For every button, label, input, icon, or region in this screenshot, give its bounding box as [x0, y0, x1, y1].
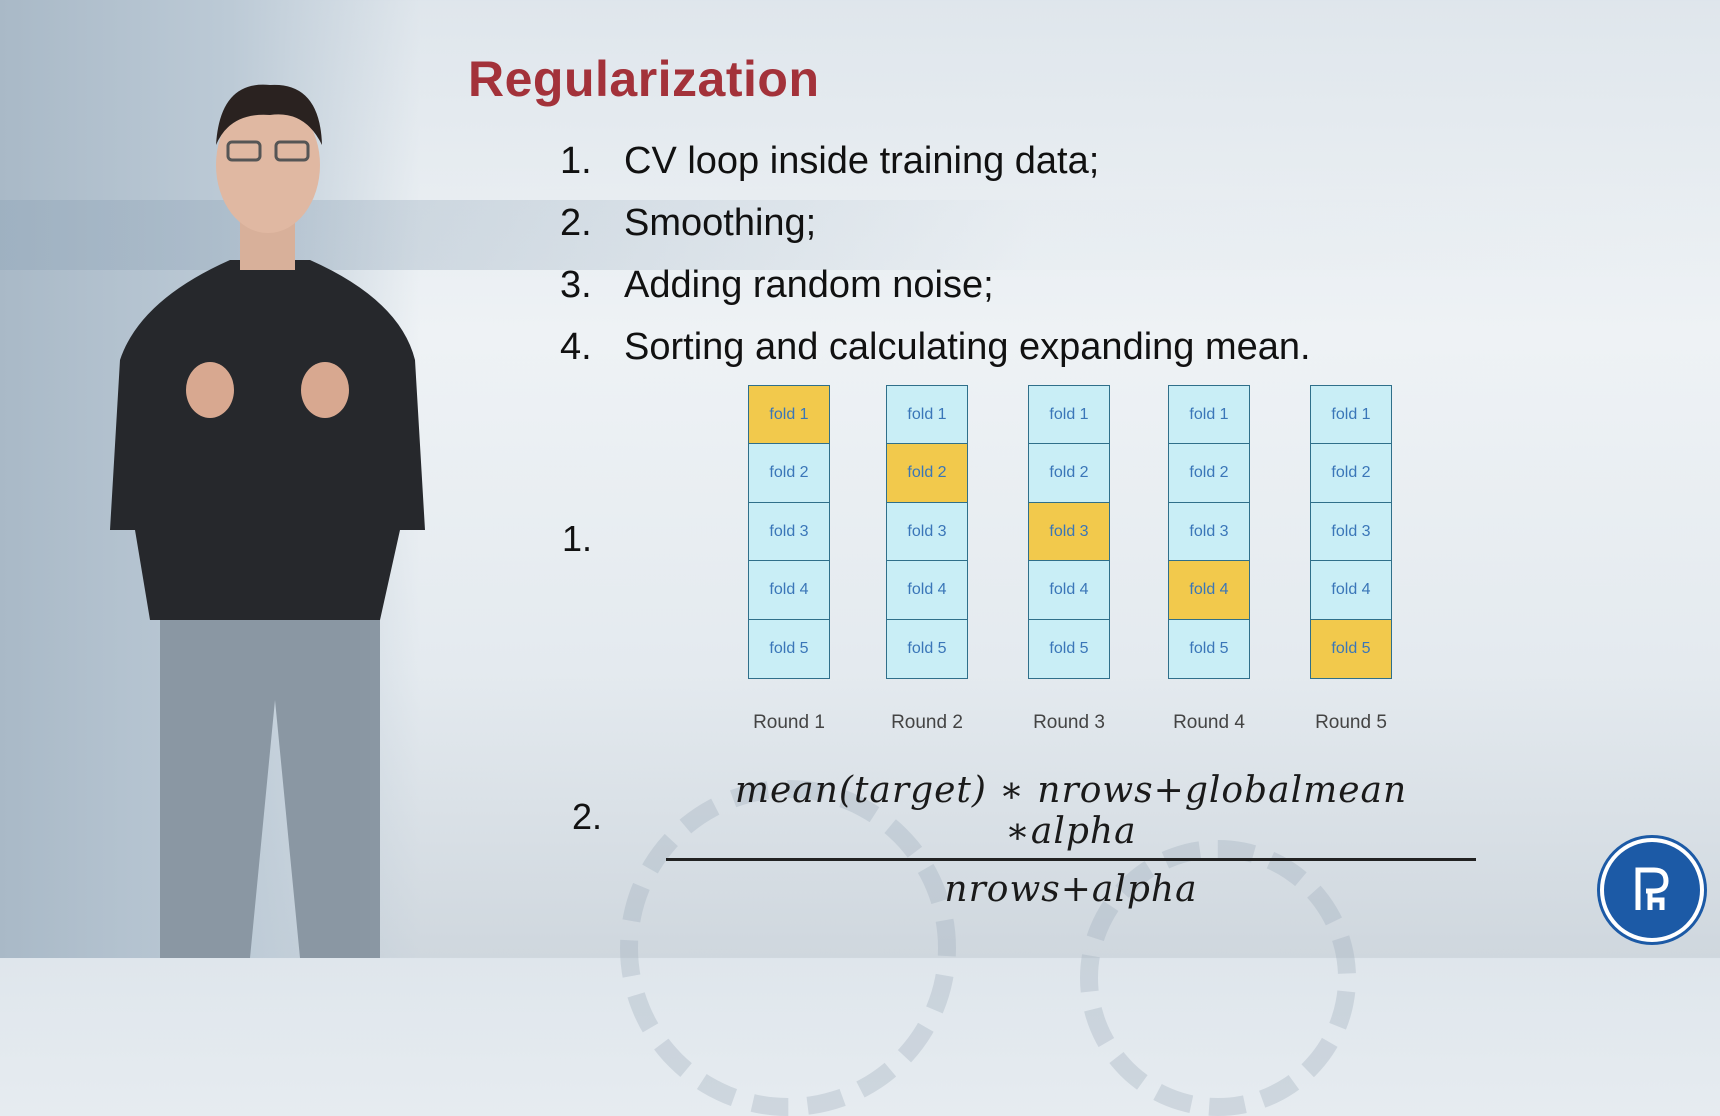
list-text: CV loop inside training data; [624, 139, 1100, 182]
fold-column-round-1: fold 1 fold 2 fold 3 fold 4 fold 5 [748, 384, 830, 679]
fold-cell-holdout: fold 5 [1310, 618, 1392, 679]
round-label: Round 1 [753, 712, 825, 733]
list-text: Sorting and calculating expanding mean. [624, 325, 1311, 368]
fold-cell: fold 2 [1310, 443, 1392, 503]
fold-column-round-3: fold 1 fold 2 fold 3 fold 4 fold 5 [1028, 384, 1110, 679]
fold-cell: fold 1 [1168, 384, 1250, 445]
list-text: Smoothing; [624, 201, 817, 244]
fraction-bar [666, 858, 1476, 861]
fold-cell-holdout: fold 2 [886, 443, 968, 503]
fold-cell: fold 5 [1168, 618, 1250, 679]
fold-column-round-5: fold 1 fold 2 fold 3 fold 4 fold 5 [1310, 384, 1392, 679]
fold-cell: fold 5 [886, 618, 968, 679]
fold-cell: fold 5 [748, 618, 830, 679]
fold-cell: fold 1 [886, 384, 968, 445]
fold-cell: fold 1 [1310, 384, 1392, 445]
fold-cell: fold 5 [1028, 618, 1110, 679]
fold-column-round-2: fold 1 fold 2 fold 3 fold 4 fold 5 [886, 384, 968, 679]
fold-cell: fold 2 [1168, 443, 1250, 503]
logo-glyph [1635, 867, 1669, 910]
cv-folds-diagram: fold 1 fold 2 fold 3 fold 4 fold 5 Round 1 fol… [748, 384, 1408, 746]
section-2-label: 2. [572, 796, 603, 837]
round-label: Round 2 [891, 712, 963, 733]
fold-cell: fold 1 [1028, 384, 1110, 445]
smoothing-formula: mean(target) ∗ nrows+globalmean ∗alpha n… [666, 770, 1476, 910]
slide-title: Regularization [468, 51, 820, 107]
round-label: Round 4 [1173, 712, 1245, 733]
formula-numerator: mean(target) ∗ nrows+globalmean ∗alpha [734, 770, 1408, 852]
fold-cell: fold 4 [1028, 560, 1110, 620]
fold-cell: fold 4 [748, 560, 830, 620]
fold-cell: fold 3 [748, 501, 830, 562]
regularization-list: 1. CV loop inside training data; 2. Smoo… [560, 130, 1311, 378]
section-1-label: 1. [562, 518, 593, 559]
list-number: 3. [560, 263, 592, 306]
presenter-image [110, 84, 425, 958]
fold-cell-holdout: fold 1 [748, 384, 830, 445]
fold-cell-holdout: fold 3 [1028, 501, 1110, 562]
list-item: 1. CV loop inside training data; [560, 130, 1311, 192]
fold-cell: fold 3 [1310, 501, 1392, 562]
list-text: Adding random noise; [624, 263, 994, 306]
fold-cell: fold 4 [886, 560, 968, 620]
list-item: 4. Sorting and calculating expanding mea… [560, 316, 1311, 378]
round-label: Round 3 [1033, 712, 1105, 733]
fold-cell: fold 3 [1168, 501, 1250, 562]
list-number: 4. [560, 325, 592, 368]
list-number: 2. [560, 201, 592, 244]
hse-university-logo-icon [1600, 838, 1704, 942]
list-number: 1. [560, 139, 592, 182]
list-item: 2. Smoothing; [560, 192, 1311, 254]
fold-cell: fold 4 [1310, 560, 1392, 620]
list-item: 3. Adding random noise; [560, 254, 1311, 316]
round-label: Round 5 [1315, 712, 1387, 733]
formula-denominator: nrows+alpha [944, 869, 1198, 910]
fold-cell: fold 3 [886, 501, 968, 562]
fold-cell-holdout: fold 4 [1168, 560, 1250, 620]
fold-cell: fold 2 [1028, 443, 1110, 503]
fold-cell: fold 2 [748, 443, 830, 503]
fold-column-round-4: fold 1 fold 2 fold 3 fold 4 fold 5 [1168, 384, 1250, 679]
